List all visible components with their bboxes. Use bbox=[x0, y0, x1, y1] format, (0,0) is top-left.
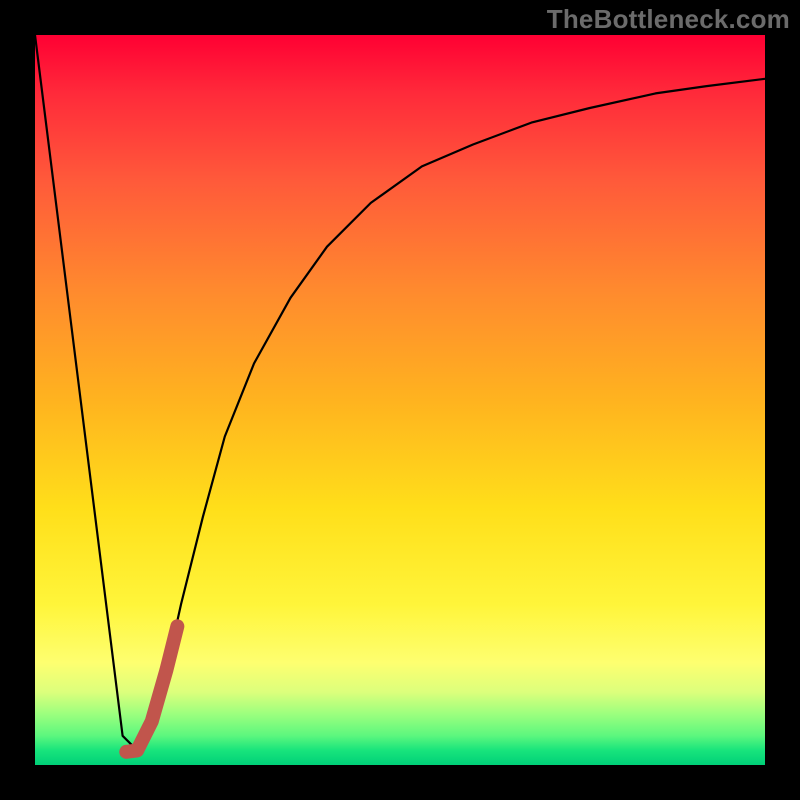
chart-frame: TheBottleneck.com bbox=[0, 0, 800, 800]
highlight-segment bbox=[126, 626, 177, 752]
watermark-text: TheBottleneck.com bbox=[547, 4, 790, 35]
plot-area bbox=[35, 35, 765, 765]
curve-layer bbox=[35, 35, 765, 765]
black-curve bbox=[35, 35, 765, 750]
